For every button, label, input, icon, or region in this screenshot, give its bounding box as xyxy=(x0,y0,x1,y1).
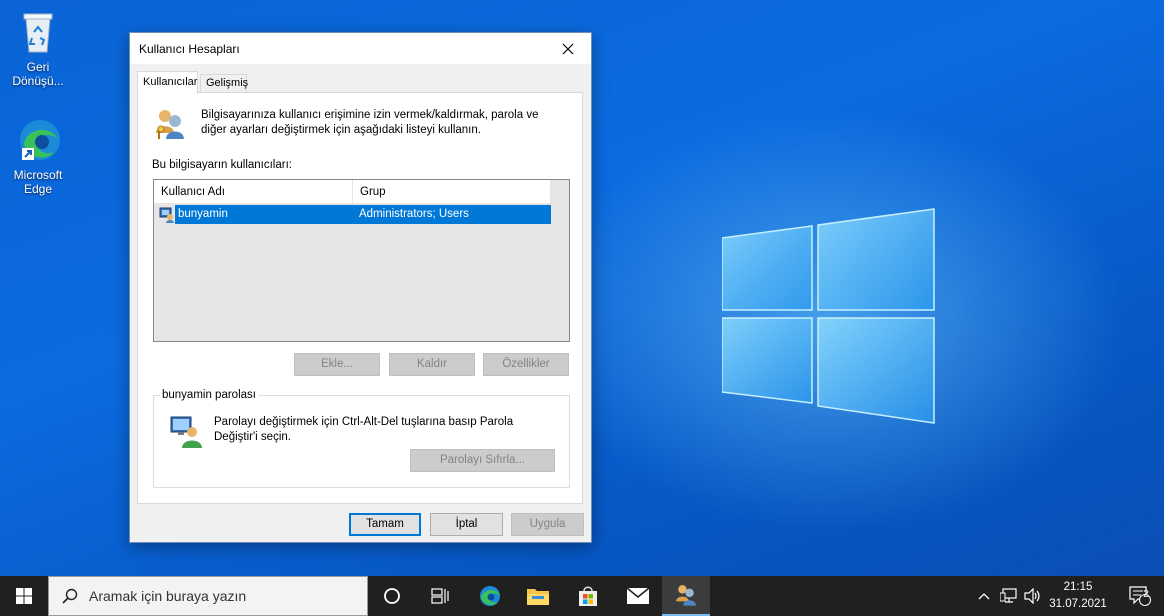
password-text-line-1: Parolayı değiştirmek için Ctrl-Alt-Del t… xyxy=(214,416,514,428)
intro-line-2: diğer ayarları değiştirmek için aşağıdak… xyxy=(201,124,481,136)
taskbar-clock[interactable]: 21:15 31.07.2021 xyxy=(1040,579,1116,613)
taskbar: Aramak için buraya yazın 21:15 31.07.202… xyxy=(0,576,1164,616)
tab-users[interactable]: Kullanıcılar xyxy=(137,71,198,94)
clock-time: 21:15 xyxy=(1063,581,1093,593)
dialog-titlebar[interactable]: Kullanıcı Hesapları xyxy=(130,33,591,64)
close-icon xyxy=(562,43,574,54)
cell-username: bunyamin xyxy=(178,208,228,220)
cortana-button[interactable] xyxy=(368,576,416,616)
network-icon xyxy=(1000,588,1017,603)
remove-button[interactable]: Kaldır xyxy=(389,353,475,376)
clock-date: 31.07.2021 xyxy=(1049,598,1107,610)
cancel-button[interactable]: İptal xyxy=(430,513,503,536)
search-placeholder: Aramak için buraya yazın xyxy=(89,588,247,604)
recycle-bin-icon xyxy=(14,8,62,56)
ok-button[interactable]: Tamam xyxy=(349,513,421,536)
apply-button[interactable]: Uygula xyxy=(511,513,584,536)
taskbar-file-explorer[interactable] xyxy=(514,576,562,616)
intro-text: Bilgisayarınıza kullanıcı erişimine izin… xyxy=(201,108,571,138)
column-header-username[interactable]: Kullanıcı Adı xyxy=(154,180,353,204)
user-accounts-dialog: Kullanıcı Hesapları Kullanıcılar Gelişmi… xyxy=(129,32,592,543)
users-tab-panel: Bilgisayarınıza kullanıcı erişimine izin… xyxy=(137,92,583,504)
table-row[interactable]: bunyamin Administrators; Users xyxy=(158,205,551,224)
user-password-icon xyxy=(170,416,202,448)
user-icon xyxy=(159,207,174,223)
reset-password-button[interactable]: Parolayı Sıfırla... xyxy=(410,449,555,472)
taskbar-edge[interactable] xyxy=(466,576,514,616)
show-hidden-icons-button[interactable] xyxy=(974,576,994,616)
users-list[interactable]: Kullanıcı Adı Grup bunyamin Administrato… xyxy=(153,179,570,342)
dialog-title: Kullanıcı Hesapları xyxy=(139,42,240,56)
task-view-icon xyxy=(431,588,449,604)
properties-button[interactable]: Özellikler xyxy=(483,353,569,376)
taskbar-search-box[interactable]: Aramak için buraya yazın xyxy=(48,576,368,616)
password-text-line-2: Değiştir'i seçin. xyxy=(214,431,291,443)
users-icon xyxy=(676,585,696,606)
store-bag-icon xyxy=(579,586,597,606)
password-group-label: bunyamin parolası xyxy=(160,389,258,401)
search-icon xyxy=(62,588,78,604)
taskbar-store[interactable] xyxy=(564,576,612,616)
column-header-group[interactable]: Grup xyxy=(353,180,551,204)
list-header: Kullanıcı Adı Grup xyxy=(154,180,551,204)
cortana-circle-icon xyxy=(384,588,400,604)
taskbar-user-accounts[interactable] xyxy=(662,576,710,616)
notification-count-badge: 2 xyxy=(1143,589,1149,600)
edge-icon xyxy=(480,586,500,606)
mail-icon xyxy=(626,587,650,604)
desktop-icon-label: Geri Dönüşü... xyxy=(12,60,64,88)
password-instructions: Parolayı değiştirmek için Ctrl-Alt-Del t… xyxy=(214,415,554,445)
action-center-button[interactable]: 2 xyxy=(1116,576,1164,616)
desktop-icon-label: Microsoft Edge xyxy=(13,168,63,196)
close-button[interactable] xyxy=(545,33,591,64)
users-icon xyxy=(156,110,184,139)
users-list-label: Bu bilgisayarın kullanıcıları: xyxy=(152,159,292,171)
start-button[interactable] xyxy=(0,576,48,616)
task-view-button[interactable] xyxy=(416,576,464,616)
windows-logo-wallpaper xyxy=(722,208,935,424)
chevron-up-icon xyxy=(978,593,990,600)
network-tray-button[interactable] xyxy=(998,576,1020,616)
intro-line-1: Bilgisayarınıza kullanıcı erişimine izin… xyxy=(201,109,539,121)
tab-advanced[interactable]: Gelişmiş xyxy=(200,74,248,93)
add-button[interactable]: Ekle... xyxy=(294,353,380,376)
windows-start-icon xyxy=(16,588,32,604)
taskbar-mail[interactable] xyxy=(614,576,662,616)
folder-icon xyxy=(527,589,549,605)
edge-icon xyxy=(14,116,62,164)
cell-group: Administrators; Users xyxy=(359,208,469,220)
desktop-icon-edge[interactable]: Microsoft Edge xyxy=(3,116,73,196)
desktop-icon-recycle-bin[interactable]: Geri Dönüşü... xyxy=(3,8,73,88)
